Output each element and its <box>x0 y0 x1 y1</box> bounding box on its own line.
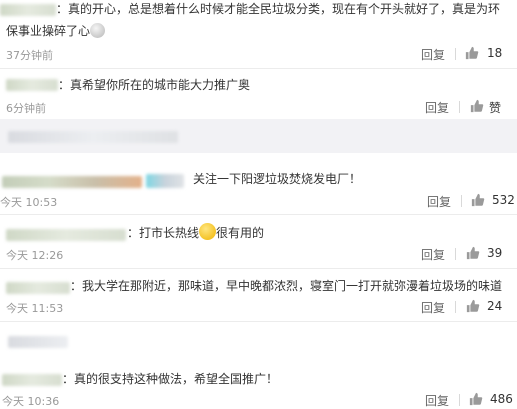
comment-text-line2: 保事业操碎了心 <box>6 20 106 42</box>
reply-button[interactable]: 回复 <box>425 392 449 409</box>
blurred-username <box>6 79 58 91</box>
separator <box>0 321 517 322</box>
separator <box>0 268 517 269</box>
comment-text-part2: 很有用的 <box>216 226 265 240</box>
sad-emoji-icon <box>90 23 106 38</box>
comment-time: 6分钟前 <box>6 102 46 115</box>
comment-text-line2-label: 保事业操碎了心 <box>6 24 91 38</box>
blurred-text <box>8 131 178 143</box>
divider <box>455 248 456 260</box>
like-count: 18 <box>487 46 503 60</box>
reply-button[interactable]: 回复 <box>425 99 449 116</box>
divider <box>461 195 462 207</box>
blurred-username <box>6 282 70 294</box>
divider <box>455 301 456 313</box>
comment-text: ：我大学在那附近，那味道，早中晚都浓烈，寝室门一打开就弥漫着垃圾场的味道 <box>70 279 503 293</box>
separator <box>0 68 517 69</box>
blurred-username <box>2 374 62 386</box>
blurred-username <box>2 176 142 188</box>
comment-time: 今天 11:53 <box>6 302 64 315</box>
blurred-username <box>0 4 56 16</box>
blurred-text <box>8 336 68 348</box>
section-band <box>0 119 517 153</box>
reply-button[interactable]: 回复 <box>421 46 445 63</box>
divider <box>459 394 460 406</box>
like-label[interactable]: 赞 <box>489 99 501 116</box>
thumbs-up-icon[interactable] <box>465 46 479 60</box>
separator <box>0 214 517 215</box>
reply-button[interactable]: 回复 <box>421 246 445 263</box>
comment-time: 今天 12:26 <box>6 249 64 262</box>
like-count: 532 <box>492 193 515 207</box>
thumbs-up-icon[interactable] <box>471 193 485 207</box>
thumbs-up-icon[interactable] <box>466 246 480 260</box>
like-count: 24 <box>487 299 503 313</box>
comment-text: ：真希望你所在的城市能大力推广奥 <box>58 78 251 92</box>
comment-text: ：真的开心，总是想着什么时候才能全民垃圾分类，现在有个开头就好了，真是为环 <box>56 2 501 16</box>
blurred-avatar <box>146 174 184 188</box>
reply-button[interactable]: 回复 <box>427 193 451 210</box>
comment-time: 今天 10:53 <box>0 196 58 209</box>
divider <box>459 101 460 113</box>
reply-button[interactable]: 回复 <box>421 299 445 316</box>
like-count: 486 <box>490 392 513 406</box>
divider <box>455 48 456 60</box>
thumbs-up-icon[interactable] <box>466 299 480 313</box>
smile-emoji-icon <box>199 223 217 240</box>
comment-text: ：真的很支持这种做法，希望全国推广！ <box>62 372 279 386</box>
thumbs-up-icon[interactable] <box>469 392 483 406</box>
comment-time: 今天 10:36 <box>2 395 60 408</box>
blurred-username <box>6 229 126 241</box>
thumbs-up-icon[interactable] <box>470 99 484 113</box>
like-count: 39 <box>487 246 503 260</box>
comment-text: 关注一下阳逻垃圾焚烧发电厂！ <box>193 172 362 186</box>
comment-time: 37分钟前 <box>6 49 53 62</box>
comment-text-part1: ：打市长热线 <box>127 226 200 240</box>
comment-text: ：打市长热线 很有用的 <box>127 222 264 244</box>
